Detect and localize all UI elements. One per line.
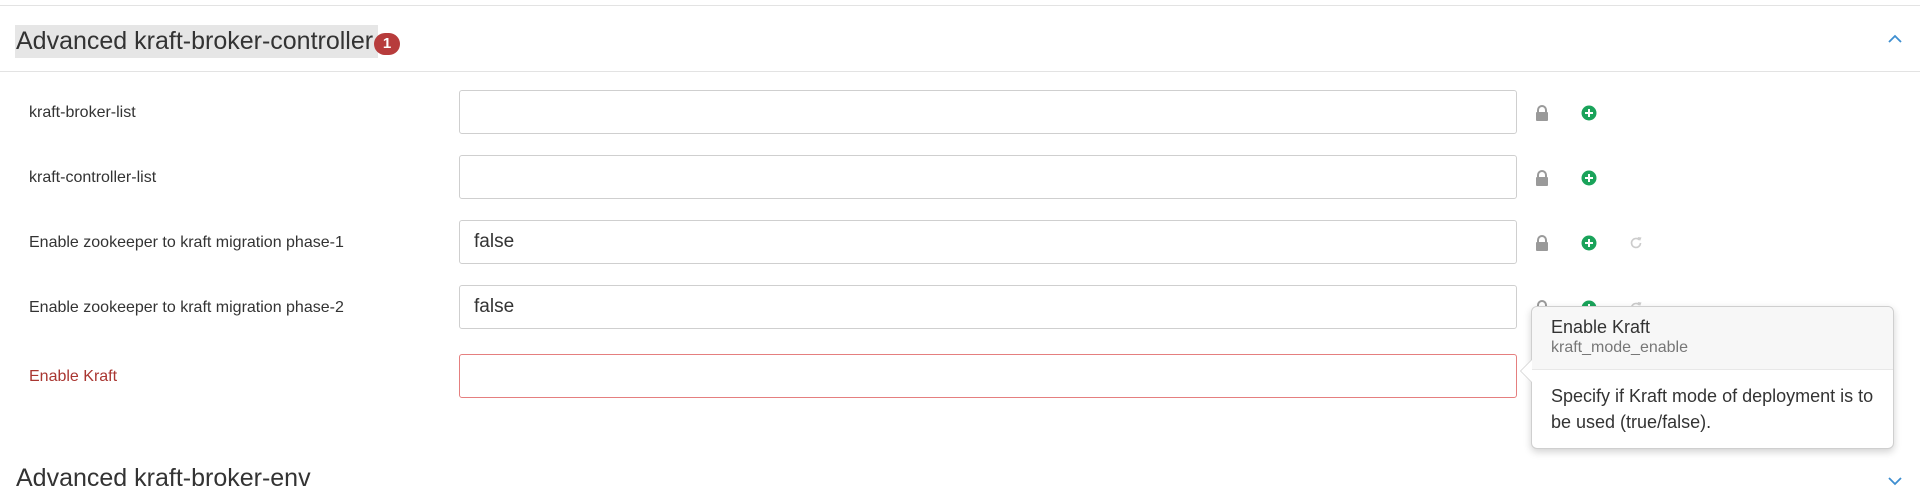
config-label-error: Enable Kraft <box>29 368 118 385</box>
config-row-zk-migration-phase-1: Enable zookeeper to kraft migration phas… <box>0 220 1920 266</box>
enable-kraft-input[interactable] <box>459 354 1517 398</box>
lock-icon[interactable] <box>1532 90 1552 136</box>
kraft-controller-list-input[interactable] <box>459 155 1517 199</box>
zk-migration-phase-1-input[interactable] <box>459 220 1517 264</box>
kraft-broker-list-input[interactable] <box>459 90 1517 134</box>
config-label: kraft-broker-list <box>29 104 136 121</box>
tooltip-arrow-fill <box>1521 360 1532 382</box>
tooltip-title: Enable Kraft <box>1551 317 1651 337</box>
tooltip-header: Enable Kraft kraft_mode_enable <box>1532 307 1893 370</box>
tooltip-description: Specify if Kraft mode of deployment is t… <box>1551 386 1874 432</box>
error-count-badge: 1 <box>374 33 400 55</box>
plus-circle-icon[interactable] <box>1579 220 1599 266</box>
undo-icon[interactable] <box>1626 220 1646 266</box>
config-label: Enable zookeeper to kraft migration phas… <box>29 234 344 251</box>
zk-migration-phase-2-input[interactable] <box>459 285 1517 329</box>
tooltip-property-name: kraft_mode_enable <box>1551 339 1688 356</box>
section-header-kraft-broker-controller[interactable]: Advanced kraft-broker-controller 1 <box>0 6 1920 72</box>
plus-circle-icon[interactable] <box>1579 90 1599 136</box>
config-label: Enable zookeeper to kraft migration phas… <box>29 299 344 316</box>
config-row-kraft-broker-list: kraft-broker-list <box>0 90 1920 136</box>
property-tooltip: Enable Kraft kraft_mode_enable Specify i… <box>1520 306 1894 449</box>
config-row-kraft-controller-list: kraft-controller-list <box>0 155 1920 201</box>
plus-circle-icon[interactable] <box>1579 155 1599 201</box>
lock-icon[interactable] <box>1532 155 1552 201</box>
config-label: kraft-controller-list <box>29 169 157 186</box>
chevron-down-icon[interactable] <box>1888 477 1902 486</box>
chevron-up-icon[interactable] <box>1888 34 1902 43</box>
lock-icon[interactable] <box>1532 220 1552 266</box>
section-title[interactable]: Advanced kraft-broker-controller <box>15 25 379 58</box>
